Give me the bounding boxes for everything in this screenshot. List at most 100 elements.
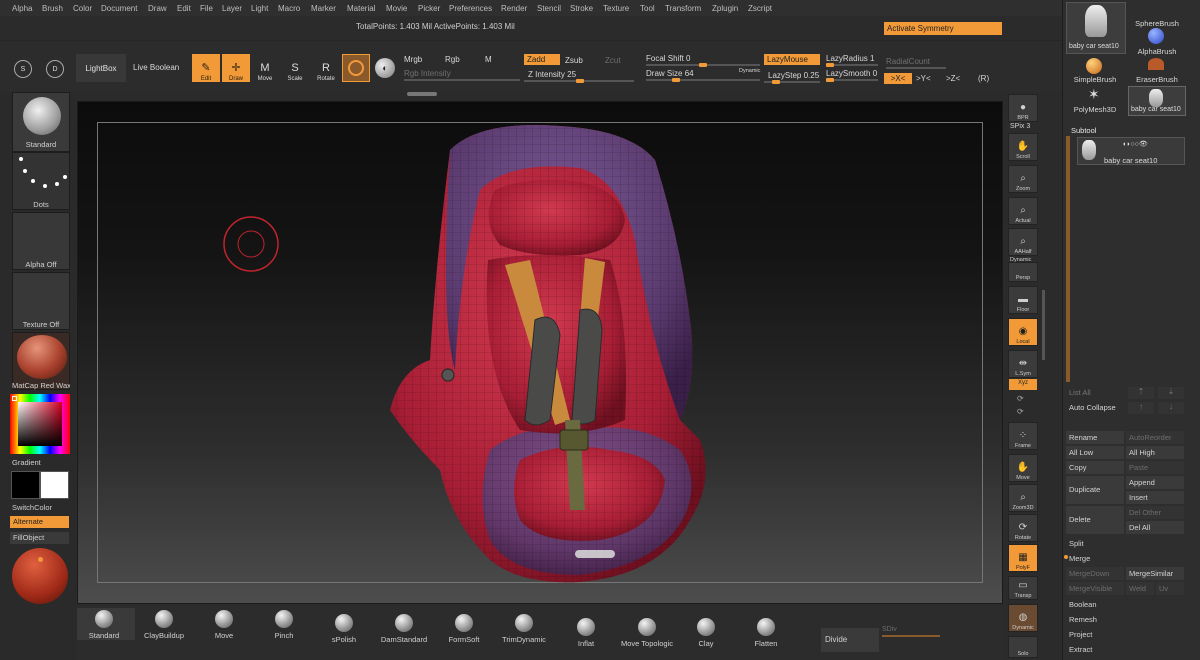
menu-alpha[interactable]: Alpha <box>12 4 32 13</box>
lazyradius-slider[interactable]: LazyRadius 1 <box>826 54 875 63</box>
del-other-button[interactable]: Del Other <box>1126 506 1184 519</box>
menu-tool[interactable]: Tool <box>640 4 655 13</box>
symmetry-z-button[interactable]: >Z< <box>946 74 960 83</box>
mrgb-button[interactable]: Mrgb <box>404 55 422 64</box>
color-picker-square[interactable] <box>18 402 62 446</box>
fillobject-button[interactable]: FillObject <box>10 532 69 544</box>
alphabrush-tool[interactable]: AlphaBrush <box>1128 28 1186 56</box>
remesh-section[interactable]: Remesh <box>1069 615 1097 624</box>
menu-marker[interactable]: Marker <box>311 4 336 13</box>
m-button[interactable]: M <box>485 55 492 64</box>
move-down-icon[interactable]: ⇣ <box>1158 387 1184 399</box>
dynamic-toggle[interactable]: Dynamic <box>739 68 760 74</box>
main-color-swatch[interactable] <box>11 471 40 499</box>
lsym-button[interactable]: ⇹ L.Sym <box>1008 350 1038 378</box>
menu-brush[interactable]: Brush <box>42 4 63 13</box>
car-seat-tool[interactable]: baby car seat10 <box>1128 86 1186 116</box>
del-all-button[interactable]: Del All <box>1126 521 1184 534</box>
local-button[interactable]: ◉ Local <box>1008 318 1038 346</box>
rotate-view-button[interactable]: ⟳ Rotate <box>1008 514 1038 542</box>
brush-clay[interactable]: Clay <box>681 618 731 648</box>
menu-stroke[interactable]: Stroke <box>570 4 593 13</box>
actual-button[interactable]: ⌕ Actual <box>1008 197 1038 225</box>
boolean-section[interactable]: Boolean <box>1069 600 1097 609</box>
brush-pinch[interactable]: Pinch <box>259 610 309 640</box>
arrow-up-icon[interactable]: ↑ <box>1128 402 1154 414</box>
menu-file[interactable]: File <box>200 4 213 13</box>
focal-shift-knob[interactable] <box>699 63 707 67</box>
lazysmooth-knob[interactable] <box>826 78 834 82</box>
subtool-item[interactable]: ◖◗○○👁 baby car seat10 <box>1077 137 1185 165</box>
menu-material[interactable]: Material <box>347 4 375 13</box>
activate-symmetry-button[interactable]: Activate Symmetry <box>884 22 1002 35</box>
project-section[interactable]: Project <box>1069 630 1092 639</box>
arrow-down-icon[interactable]: ↓ <box>1158 402 1184 414</box>
rgb-intensity-slider[interactable]: Rgb Intensity <box>404 69 451 78</box>
menu-texture[interactable]: Texture <box>603 4 629 13</box>
transp-button[interactable]: ▭ Transp <box>1008 576 1038 600</box>
mergevisible-button[interactable]: MergeVisible <box>1066 582 1124 595</box>
delete-button[interactable]: Delete <box>1066 506 1124 534</box>
symmetry-x-button[interactable]: >X< <box>884 73 912 84</box>
viewport-scroll-handle[interactable] <box>407 92 437 96</box>
spix-slider[interactable]: SPix 3 <box>1010 123 1030 130</box>
zcut-button[interactable]: Zcut <box>605 56 621 65</box>
radial-symmetry-button[interactable]: (R) <box>978 74 989 83</box>
rename-button[interactable]: Rename <box>1066 431 1124 444</box>
split-section[interactable]: Split <box>1069 539 1084 548</box>
autoreorder-button[interactable]: AutoReorder <box>1126 431 1184 444</box>
radialcount-track[interactable] <box>886 67 946 69</box>
brush-move[interactable]: Move <box>199 610 249 640</box>
zoom-button[interactable]: ⌕ Zoom <box>1008 165 1038 193</box>
menu-transform[interactable]: Transform <box>665 4 701 13</box>
default-icon[interactable]: D <box>46 60 64 78</box>
radialcount-slider[interactable]: RadialCount <box>886 57 930 66</box>
subtool-visibility-icons[interactable]: ◖◗○○👁 <box>1122 140 1148 148</box>
right-toolbar-scroll[interactable] <box>1042 290 1045 360</box>
copy-button[interactable]: Copy <box>1066 461 1124 474</box>
menu-edit[interactable]: Edit <box>177 4 191 13</box>
rotate-y-icon[interactable]: ⟳ <box>1017 394 1024 403</box>
menu-color[interactable]: Color <box>73 4 92 13</box>
zadd-button[interactable]: Zadd <box>524 54 560 65</box>
append-button[interactable]: Append <box>1126 476 1184 489</box>
eraserbrush-tool[interactable]: EraserBrush <box>1128 56 1186 84</box>
draw-size-knob[interactable] <box>672 78 680 82</box>
brush-spolish[interactable]: sPolish <box>319 614 369 644</box>
brush-flatten[interactable]: Flatten <box>741 618 791 648</box>
subtool-title[interactable]: Subtool <box>1071 126 1096 135</box>
list-all-button[interactable]: List All <box>1069 388 1091 397</box>
edit-button[interactable]: ✎ Edit <box>192 54 220 82</box>
brush-preview[interactable] <box>342 54 370 82</box>
rotate-z-icon[interactable]: ⟳ <box>1017 407 1024 416</box>
auto-collapse-button[interactable]: Auto Collapse <box>1069 403 1116 412</box>
draw-button[interactable]: ✛ Draw <box>222 54 250 82</box>
lightbox-button[interactable]: LightBox <box>76 54 126 82</box>
divide-button[interactable]: Divide <box>821 628 879 652</box>
duplicate-button[interactable]: Duplicate <box>1066 476 1124 504</box>
weld-button[interactable]: Weld <box>1126 582 1154 595</box>
persp-button[interactable]: Persp <box>1008 262 1038 282</box>
brush-damstandard[interactable]: DamStandard <box>379 614 429 644</box>
solo-button[interactable]: Solo <box>1008 636 1038 658</box>
move-up-icon[interactable]: ⇡ <box>1128 387 1154 399</box>
sdiv-slider-label[interactable]: SDiv <box>882 626 897 633</box>
polyf-button[interactable]: ▦ PolyF <box>1008 544 1038 572</box>
draw-size-slider[interactable]: Draw Size 64 <box>646 69 694 78</box>
symmetry-y-button[interactable]: >Y< <box>916 74 931 83</box>
car-seat-model[interactable] <box>380 120 720 590</box>
menu-document[interactable]: Document <box>101 4 137 13</box>
simplebrush-tool[interactable]: SimpleBrush <box>1066 56 1124 84</box>
aahalf-button[interactable]: ⌕ AAHalf <box>1008 228 1038 256</box>
menu-preferences[interactable]: Preferences <box>449 4 492 13</box>
current-tool-thumbnail[interactable]: baby car seat10 <box>1066 2 1126 54</box>
polymesh3d-tool[interactable]: PolyMesh3D <box>1066 86 1124 114</box>
menu-macro[interactable]: Macro <box>278 4 300 13</box>
bpr-button[interactable]: ● BPR <box>1008 94 1038 122</box>
menu-zplugin[interactable]: Zplugin <box>712 4 738 13</box>
zoom3d-button[interactable]: ⌕ Zoom3D <box>1008 484 1038 512</box>
merge-section[interactable]: Merge <box>1069 554 1090 563</box>
lazymouse-button[interactable]: LazyMouse <box>764 54 820 65</box>
draw-size-track[interactable] <box>646 79 760 81</box>
floor-button[interactable]: ▬ Floor <box>1008 286 1038 314</box>
